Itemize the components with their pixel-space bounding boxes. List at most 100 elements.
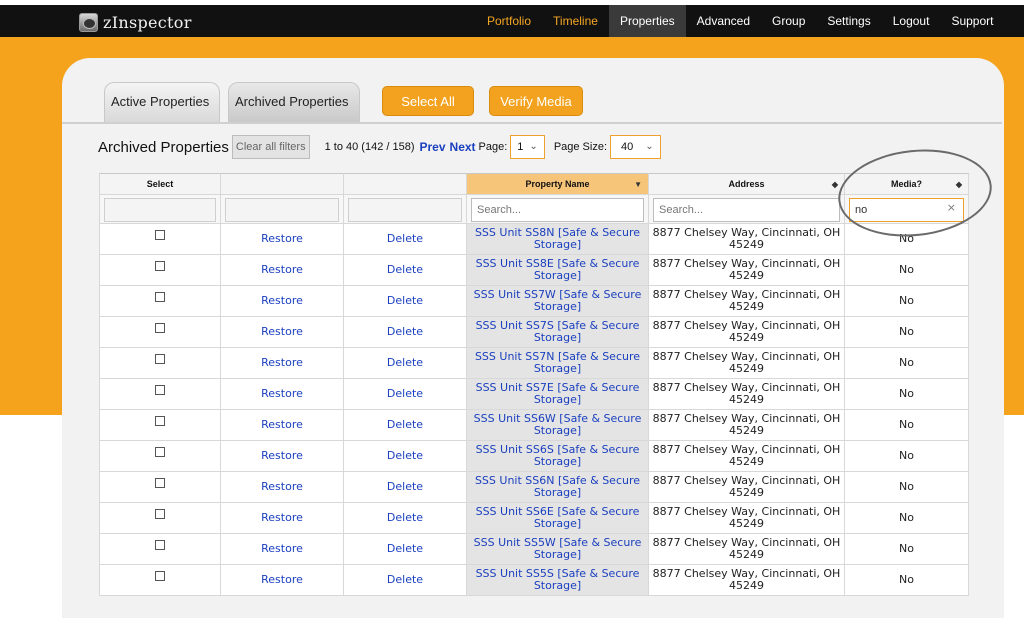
restore-cell: Restore xyxy=(221,534,344,565)
delete-link[interactable]: Delete xyxy=(387,264,423,276)
delete-link[interactable]: Delete xyxy=(387,419,423,431)
property-name-header-label: Property Name xyxy=(525,179,590,189)
table-row: Restore Delete SSS Unit SS7N [Safe & Secur… xyxy=(99,348,969,379)
delete-link[interactable]: Delete xyxy=(387,481,423,493)
nav-portfolio[interactable]: Portfolio xyxy=(476,5,542,37)
restore-cell: Restore xyxy=(221,410,344,441)
property-name-link[interactable]: SSS Unit SS7N [Safe & Secure Storage] xyxy=(467,351,648,375)
main-panel: Active Properties Archived Properties Se… xyxy=(62,58,1004,618)
restore-link[interactable]: Restore xyxy=(261,233,303,245)
restore-cell: Restore xyxy=(221,379,344,410)
table-row: Restore Delete SSS Unit SS6E [Safe & Secur… xyxy=(99,503,969,534)
property-name-cell: SSS Unit SS6N [Safe & Secure Storage] xyxy=(467,472,649,503)
property-name-link[interactable]: SSS Unit SS6N [Safe & Secure Storage] xyxy=(467,475,648,499)
property-name-link[interactable]: SSS Unit SS6S [Safe & Secure Storage] xyxy=(467,444,648,468)
media-cell: No xyxy=(845,348,969,379)
address-cell: 8877 Chelsey Way, Cincinnati, OH 45249 xyxy=(649,534,845,565)
nav-logout[interactable]: Logout xyxy=(882,5,941,37)
checkbox[interactable] xyxy=(155,323,165,333)
checkbox[interactable] xyxy=(155,385,165,395)
app-logo[interactable]: zInspector xyxy=(79,11,192,33)
restore-link[interactable]: Restore xyxy=(261,295,303,307)
verify-media-button[interactable]: Verify Media xyxy=(489,86,583,116)
address-cell: 8877 Chelsey Way, Cincinnati, OH 45249 xyxy=(649,503,845,534)
tab-active-properties[interactable]: Active Properties xyxy=(104,82,220,122)
property-name-cell: SSS Unit SS6W [Safe & Secure Storage] xyxy=(467,410,649,441)
restore-cell: Restore xyxy=(221,565,344,596)
delete-link[interactable]: Delete xyxy=(387,295,423,307)
column-header-property-name[interactable]: Property Name ▼ xyxy=(467,173,649,195)
next-link[interactable]: Next xyxy=(450,140,476,154)
checkbox[interactable] xyxy=(155,230,165,240)
restore-link[interactable]: Restore xyxy=(261,419,303,431)
app-name: zInspector xyxy=(103,12,192,32)
clear-filters-button[interactable]: Clear all filters xyxy=(231,135,310,159)
checkbox[interactable] xyxy=(155,354,165,364)
property-name-search-input[interactable] xyxy=(471,198,644,222)
property-name-link[interactable]: SSS Unit SS5W [Safe & Secure Storage] xyxy=(467,537,648,561)
delete-cell: Delete xyxy=(344,224,467,255)
tab-divider xyxy=(62,122,1002,124)
checkbox[interactable] xyxy=(155,571,165,581)
tab-archived-properties[interactable]: Archived Properties xyxy=(228,82,360,122)
property-name-link[interactable]: SSS Unit SS6W [Safe & Secure Storage] xyxy=(467,413,648,437)
property-name-link[interactable]: SSS Unit SS7E [Safe & Secure Storage] xyxy=(467,382,648,406)
delete-link[interactable]: Delete xyxy=(387,543,423,555)
nav-properties[interactable]: Properties xyxy=(608,5,686,37)
delete-link[interactable]: Delete xyxy=(387,574,423,586)
select-all-button[interactable]: Select All xyxy=(382,86,474,116)
delete-link[interactable]: Delete xyxy=(387,357,423,369)
nav-group[interactable]: Group xyxy=(761,5,816,37)
restore-link[interactable]: Restore xyxy=(261,574,303,586)
table-row: Restore Delete SSS Unit SS8N [Safe & Secur… xyxy=(99,224,969,255)
delete-link[interactable]: Delete xyxy=(387,450,423,462)
checkbox[interactable] xyxy=(155,416,165,426)
property-name-link[interactable]: SSS Unit SS5S [Safe & Secure Storage] xyxy=(467,568,648,592)
checkbox[interactable] xyxy=(155,447,165,457)
select-cell xyxy=(99,565,221,596)
nav-settings[interactable]: Settings xyxy=(816,5,881,37)
delete-link[interactable]: Delete xyxy=(387,388,423,400)
address-search-input[interactable] xyxy=(653,198,840,222)
restore-link[interactable]: Restore xyxy=(261,543,303,555)
property-name-link[interactable]: SSS Unit SS6E [Safe & Secure Storage] xyxy=(467,506,648,530)
restore-link[interactable]: Restore xyxy=(261,264,303,276)
delete-cell: Delete xyxy=(344,379,467,410)
restore-cell: Restore xyxy=(221,503,344,534)
property-name-cell: SSS Unit SS7W [Safe & Secure Storage] xyxy=(467,286,649,317)
delete-link[interactable]: Delete xyxy=(387,326,423,338)
page-select[interactable]: 1 ⌄ xyxy=(510,135,545,159)
media-cell: No xyxy=(845,534,969,565)
restore-link[interactable]: Restore xyxy=(261,450,303,462)
restore-cell: Restore xyxy=(221,255,344,286)
property-name-link[interactable]: SSS Unit SS8E [Safe & Secure Storage] xyxy=(467,258,648,282)
restore-link[interactable]: Restore xyxy=(261,512,303,524)
column-header-address[interactable]: Address ◆ xyxy=(649,173,845,195)
nav-advanced[interactable]: Advanced xyxy=(686,5,761,37)
restore-link[interactable]: Restore xyxy=(261,357,303,369)
main-nav: Portfolio Timeline Properties Advanced G… xyxy=(476,5,1004,37)
restore-link[interactable]: Restore xyxy=(261,481,303,493)
delete-link[interactable]: Delete xyxy=(387,233,423,245)
property-name-cell: SSS Unit SS8E [Safe & Secure Storage] xyxy=(467,255,649,286)
media-cell: No xyxy=(845,286,969,317)
checkbox[interactable] xyxy=(155,540,165,550)
restore-link[interactable]: Restore xyxy=(261,326,303,338)
sort-desc-icon: ▼ xyxy=(634,180,642,189)
property-name-link[interactable]: SSS Unit SS7S [Safe & Secure Storage] xyxy=(467,320,648,344)
address-cell: 8877 Chelsey Way, Cincinnati, OH 45249 xyxy=(649,410,845,441)
property-name-cell: SSS Unit SS7S [Safe & Secure Storage] xyxy=(467,317,649,348)
property-name-link[interactable]: SSS Unit SS7W [Safe & Secure Storage] xyxy=(467,289,648,313)
nav-timeline[interactable]: Timeline xyxy=(542,5,609,37)
delete-link[interactable]: Delete xyxy=(387,512,423,524)
filter-cell-delete xyxy=(344,195,467,224)
nav-support[interactable]: Support xyxy=(940,5,1004,37)
restore-link[interactable]: Restore xyxy=(261,388,303,400)
prev-link[interactable]: Prev xyxy=(420,140,446,154)
property-name-link[interactable]: SSS Unit SS8N [Safe & Secure Storage] xyxy=(467,227,648,251)
checkbox[interactable] xyxy=(155,478,165,488)
page-size-select[interactable]: 40 ⌄ xyxy=(610,135,661,159)
checkbox[interactable] xyxy=(155,261,165,271)
checkbox[interactable] xyxy=(155,292,165,302)
checkbox[interactable] xyxy=(155,509,165,519)
